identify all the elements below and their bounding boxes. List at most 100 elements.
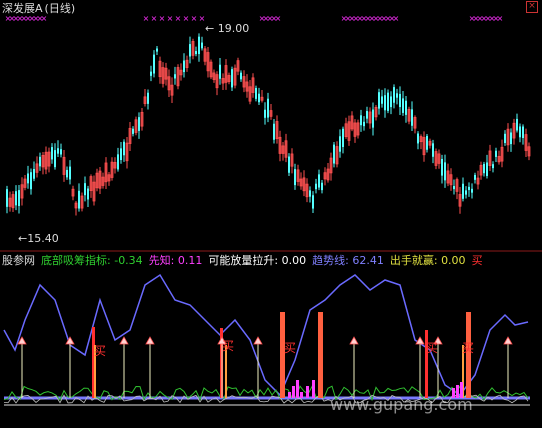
fangliang-item: 可能放量拉升: 0.00 <box>208 254 307 267</box>
candle-body <box>492 164 494 169</box>
trend-line <box>3 273 529 397</box>
top-marker: × <box>175 14 182 23</box>
indicator-name: 底部吸筹指标: -0.34 <box>41 254 143 267</box>
candle-body <box>78 190 80 209</box>
candle-body <box>396 93 398 98</box>
candle-body <box>120 148 122 161</box>
candle-body <box>399 93 401 108</box>
candle-body <box>51 147 53 160</box>
candle-body <box>318 174 320 188</box>
buy-text: 买 <box>94 344 106 358</box>
candle-body <box>495 150 497 157</box>
candle-body <box>393 87 395 103</box>
signal-bar <box>318 312 323 398</box>
candle-body <box>132 128 134 134</box>
candle-body <box>150 71 152 76</box>
candle-body <box>522 126 524 139</box>
candle-body <box>138 117 140 131</box>
candle-body <box>258 93 260 103</box>
candle-body <box>15 191 17 206</box>
candle-body <box>87 188 89 200</box>
signal-bar <box>466 312 471 398</box>
candle-body <box>273 123 275 140</box>
candle-body <box>57 148 59 154</box>
candle-body <box>441 158 443 176</box>
candle-body <box>519 126 521 138</box>
candle-body <box>315 183 317 190</box>
candle-body <box>471 188 473 193</box>
buy-text: 买 <box>284 341 296 355</box>
candle-body <box>156 48 158 52</box>
candle-body <box>198 36 200 55</box>
top-marker: × <box>143 14 150 23</box>
buy-text: 买 <box>426 341 438 355</box>
candle-body <box>267 98 269 118</box>
candle-body <box>309 190 311 197</box>
buy-item: 买 <box>471 254 483 267</box>
site-name: 股参网 <box>2 254 35 267</box>
candle-body <box>402 98 404 113</box>
candle-body <box>183 60 185 73</box>
candle-body <box>381 96 383 104</box>
candle-body <box>60 149 62 155</box>
candle-body <box>384 95 386 111</box>
top-marker: × <box>167 14 174 23</box>
buy-arrow-icon <box>503 336 513 345</box>
period-label[interactable]: (日线) <box>45 0 76 16</box>
candle-body <box>444 162 446 181</box>
candle-body <box>18 190 20 207</box>
candle-body <box>360 115 362 126</box>
candle-body <box>378 92 380 109</box>
magenta-bar <box>288 392 291 398</box>
kline-chart[interactable]: ×××××××××× × × × × × × × × ××××× ×××××××××××××× ×××… <box>0 0 542 428</box>
top-marker: × <box>151 14 158 23</box>
candle-body <box>69 166 71 180</box>
buy-arrow-icon <box>253 336 263 345</box>
top-marker: × <box>191 14 198 23</box>
magenta-bar <box>306 386 309 398</box>
candle-body <box>405 100 407 115</box>
candle-body <box>453 186 455 190</box>
indicator-legend: 股参网 底部吸筹指标: -0.34 先知: 0.11 可能放量拉升: 0.00 … <box>2 253 483 269</box>
candle-body <box>417 133 419 144</box>
top-marker: × <box>183 14 190 23</box>
signal-bar <box>280 312 285 398</box>
candle-body <box>147 92 149 104</box>
candle-body <box>153 54 155 74</box>
candle-body <box>174 74 176 79</box>
chart-title: 深发展A (日线) <box>2 0 75 16</box>
close-icon[interactable]: × <box>526 1 538 13</box>
buy-arrow-icon <box>349 336 359 345</box>
candle-body <box>363 121 365 127</box>
top-marker: × <box>393 14 400 23</box>
candle-body <box>84 183 86 196</box>
watermark: www.gupang.com <box>330 395 473 414</box>
candle-body <box>321 182 323 191</box>
candle-body <box>411 109 413 126</box>
magenta-bar <box>296 380 299 398</box>
candle-body <box>66 169 68 178</box>
candle-body <box>366 111 368 119</box>
candle-body <box>342 128 344 148</box>
low-price-label: ←15.40 <box>18 232 59 245</box>
high-price-label: ← 19.00 <box>205 22 250 35</box>
candle-body <box>219 64 221 79</box>
candle-body <box>231 69 233 88</box>
trend-item: 趋势线: 62.41 <box>312 254 384 267</box>
candle-body <box>426 135 428 150</box>
candle-body <box>264 109 266 118</box>
buy-text: 买 <box>222 339 234 353</box>
chushou-item: 出手就赢: 0.00 <box>389 254 466 267</box>
magenta-bar <box>312 380 315 398</box>
candle-body <box>33 169 35 179</box>
candle-body <box>6 189 8 207</box>
candle-body <box>255 87 257 99</box>
candle-body <box>240 72 242 80</box>
candle-body <box>195 51 197 55</box>
stock-symbol[interactable]: 深发展A <box>2 0 43 16</box>
top-marker: × <box>159 14 166 23</box>
candle-body <box>294 169 296 186</box>
top-marker: × <box>275 14 282 23</box>
candle-body <box>465 190 467 195</box>
candle-body <box>189 44 191 57</box>
